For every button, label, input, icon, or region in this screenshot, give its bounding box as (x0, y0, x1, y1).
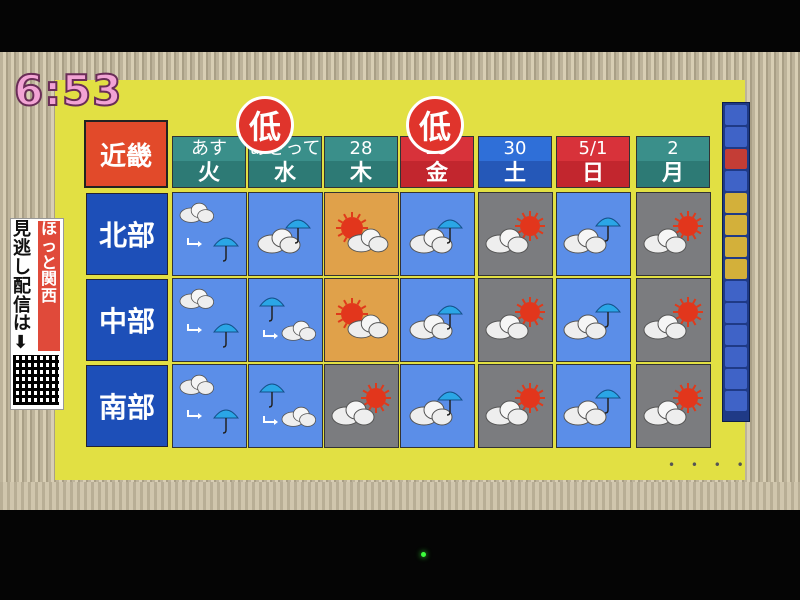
forecast-cell (478, 192, 553, 276)
row-label: 北部 (86, 193, 168, 275)
day-header-4: 30 土 (478, 136, 552, 188)
qr-code-icon (13, 355, 59, 405)
sun-cloud-icon (326, 194, 398, 274)
tool-undo-icon[interactable] (725, 369, 747, 389)
forecast-cell (400, 364, 475, 448)
day-header-weekday: 土 (479, 161, 551, 187)
tool-pen-icon[interactable] (725, 105, 747, 125)
day-header-weekday: 火 (173, 161, 245, 187)
rain-to-cloud-icon (250, 280, 322, 360)
cloud-rain-icon (558, 366, 630, 446)
cloud-rain-icon (558, 194, 630, 274)
tool-low-stamp-icon[interactable] (725, 149, 747, 169)
forecast-cell (556, 278, 631, 362)
power-led-icon (421, 552, 426, 557)
rain-to-cloud-icon (250, 366, 322, 446)
tool-brush-icon[interactable] (725, 127, 747, 147)
tool-face4-icon[interactable] (725, 259, 747, 279)
day-header-weekday: 木 (325, 161, 397, 187)
forecast-cell (400, 278, 475, 362)
day-header-weekday: 日 (557, 161, 629, 187)
forecast-cell (248, 192, 323, 276)
low-pressure-badge: 低 (236, 96, 294, 154)
tool-face2-icon[interactable] (725, 215, 747, 235)
cloud-sun-icon (638, 280, 710, 360)
tool-shape-icon[interactable] (725, 347, 747, 367)
forecast-cell (324, 278, 399, 362)
row-label: 中部 (86, 279, 168, 361)
forecast-cell (478, 364, 553, 448)
day-header-date: 30 (479, 137, 551, 161)
cloud-sun-icon (638, 194, 710, 274)
tool-eraser-icon[interactable] (725, 303, 747, 323)
sun-cloud-icon (326, 280, 398, 360)
forecast-cell (400, 192, 475, 276)
forecast-cell (636, 364, 711, 448)
forecast-cell (248, 364, 323, 448)
cloud-to-rain-icon (174, 194, 246, 274)
forecast-cell (556, 192, 631, 276)
day-header-6: 2月 (636, 136, 710, 188)
rain-cloud-icon (250, 194, 322, 274)
day-header-date: 2 (637, 137, 709, 161)
rain-cloud-icon (402, 280, 474, 360)
side-text-program: ほっと関西 (38, 220, 60, 351)
side-panel: 見逃し配信は⬇ ほっと関西 (10, 218, 64, 410)
cloud-sun-icon (480, 280, 552, 360)
cloud-to-rain-icon (174, 280, 246, 360)
low-pressure-badge: 低 (406, 96, 464, 154)
region-title: 近畿 (84, 120, 168, 188)
forecast-cell (636, 192, 711, 276)
clock: 6:53 (13, 66, 123, 115)
row-label: 南部 (86, 365, 168, 447)
rain-cloud-icon (402, 194, 474, 274)
day-header-date: 28 (325, 137, 397, 161)
forecast-cell (478, 278, 553, 362)
forecast-cell (172, 364, 247, 448)
cloud-rain-icon (558, 280, 630, 360)
cloud-sun-icon (480, 366, 552, 446)
day-header-weekday: 金 (401, 161, 473, 187)
tool-high-stamp-icon[interactable] (725, 171, 747, 191)
forecast-cell (324, 364, 399, 448)
page-dots-icon: • • • • (668, 458, 750, 472)
forecast-cell (636, 278, 711, 362)
tool-marker-icon[interactable] (725, 281, 747, 301)
forecast-cell (248, 278, 323, 362)
forecast-cell (556, 364, 631, 448)
cloud-sun-icon (480, 194, 552, 274)
day-header-2: 28 木 (324, 136, 398, 188)
side-toolbar (722, 102, 750, 422)
cloud-sun-icon (638, 366, 710, 446)
day-header-date: 5/1 (557, 137, 629, 161)
day-header-date: あす (173, 137, 245, 161)
day-header-weekday: 水 (249, 161, 321, 187)
forecast-cell (324, 192, 399, 276)
tool-face3-icon[interactable] (725, 237, 747, 257)
rain-cloud-icon (402, 366, 474, 446)
tool-face-icon[interactable] (725, 193, 747, 213)
cloud-to-rain-icon (174, 366, 246, 446)
day-header-0: あす火 (172, 136, 246, 188)
forecast-cell (172, 192, 247, 276)
cloud-sun-icon (326, 366, 398, 446)
side-text-missed-streaming: 見逃し配信は⬇ (13, 219, 31, 354)
day-header-5: 5/1 日 (556, 136, 630, 188)
tool-clear-icon[interactable] (725, 391, 747, 411)
tv-bezel-bottom (0, 482, 800, 510)
forecast-cell (172, 278, 247, 362)
day-header-weekday: 月 (637, 161, 709, 187)
tool-highlighter-icon[interactable] (725, 325, 747, 345)
